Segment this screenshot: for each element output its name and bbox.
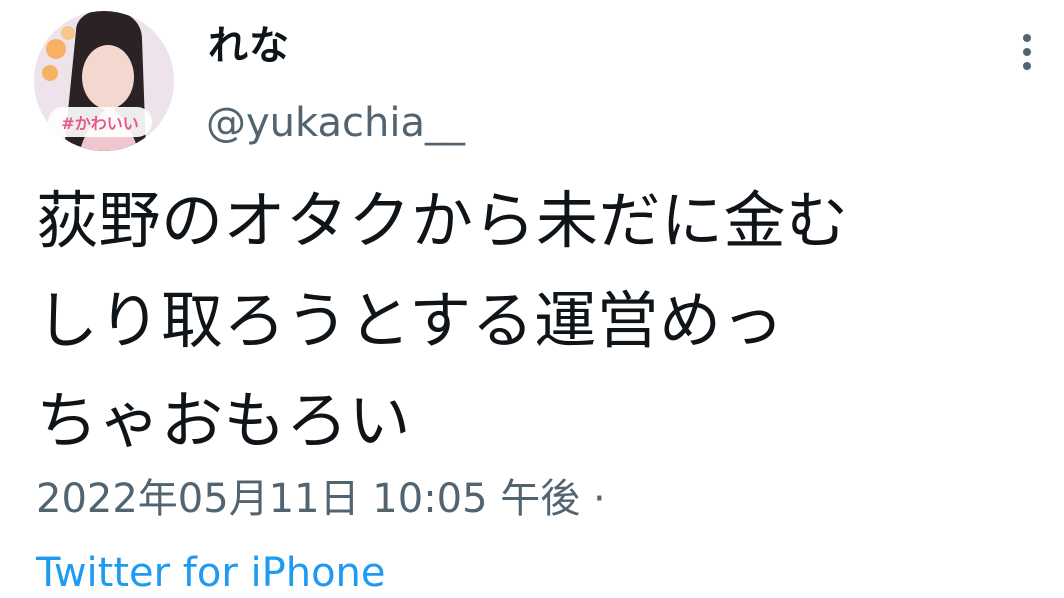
avatar[interactable]: #かわいい	[34, 11, 174, 151]
tweet-source-link[interactable]: Twitter for iPhone	[36, 548, 386, 598]
tweet-text-line: しり取ろうとする運営めっ	[36, 284, 785, 357]
author-handle[interactable]: @yukachia__	[206, 97, 465, 149]
avatar-photo: #かわいい	[34, 11, 174, 151]
author-name[interactable]: れな	[208, 22, 290, 70]
tweet-text: 荻野のオタクから未だに金む しり取ろうとする運営めっ ちゃおもろい	[36, 171, 1036, 471]
tweet-timestamp[interactable]: 2022年05月11日 10:05 午後 ·	[36, 474, 606, 524]
tweet-text-line: 荻野のオタクから未だに金む	[36, 184, 849, 257]
more-vertical-icon[interactable]	[1014, 30, 1040, 74]
avatar-caption: #かわいい	[61, 114, 138, 133]
tweet-text-line: ちゃおもろい	[36, 384, 412, 457]
